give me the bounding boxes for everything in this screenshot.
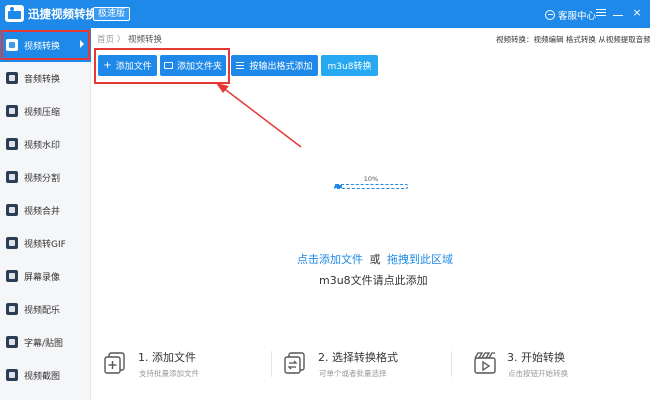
sidebar-item-label: 音频转换 xyxy=(24,74,61,85)
step-divider xyxy=(451,351,452,377)
add-by-format-label: 按输出格式添加 xyxy=(249,62,313,72)
sidebar-item-label: 视频合并 xyxy=(24,206,61,217)
list-icon xyxy=(236,62,245,69)
breadcrumb: 首页 〉 视频转换 xyxy=(97,33,162,45)
progress-bar xyxy=(334,184,408,189)
step-1-title: 1. 添加文件 xyxy=(138,351,196,364)
sidebar-item-video-split[interactable]: 视频分割 xyxy=(0,160,91,194)
sidebar-item-label: 字幕/贴图 xyxy=(24,338,64,349)
add-folder-label: 添加文件夹 xyxy=(176,62,222,72)
video-gif-icon xyxy=(6,237,18,249)
minimize-button[interactable] xyxy=(611,6,625,20)
video-compress-icon xyxy=(6,105,18,117)
video-split-icon xyxy=(6,171,18,183)
sidebar-item-video-watermark[interactable]: 视频水印 xyxy=(0,127,91,161)
customer-service-button[interactable]: 客服中心 xyxy=(545,8,596,22)
customer-service-label: 客服中心 xyxy=(558,11,597,22)
m3u8-convert-label: m3u8转换 xyxy=(327,62,372,72)
subtitle-icon xyxy=(6,336,18,348)
edition-badge: 极速版 xyxy=(93,7,131,21)
video-merge-icon xyxy=(6,204,18,216)
step-3-title: 3. 开始转换 xyxy=(507,351,565,364)
select-format-step-icon xyxy=(284,352,305,374)
close-button[interactable]: × xyxy=(630,6,644,20)
menu-button[interactable] xyxy=(594,6,608,20)
sidebar: 视频转换 音频转换 视频压缩 视频水印 视频分割 视频合并 视频转GIF 屏幕录… xyxy=(0,28,91,400)
sidebar-item-label: 视频分割 xyxy=(24,173,61,184)
video-music-icon xyxy=(6,303,18,315)
sidebar-item-label: 视频转换 xyxy=(24,41,61,52)
video-watermark-icon xyxy=(6,138,18,150)
step-1-desc: 支持批量添加文件 xyxy=(139,369,199,378)
folder-icon xyxy=(163,62,173,69)
add-file-button[interactable]: + 添加文件 xyxy=(98,55,157,76)
sidebar-item-video-music[interactable]: 视频配乐 xyxy=(0,292,91,326)
or-label: 或 xyxy=(369,253,381,266)
progress-label: 10% xyxy=(363,175,379,183)
add-file-label: 添加文件 xyxy=(115,62,152,72)
sidebar-item-video-gif[interactable]: 视频转GIF xyxy=(0,226,91,260)
audio-convert-icon xyxy=(6,72,18,84)
caret-right-icon xyxy=(80,40,84,48)
add-by-format-button[interactable]: 按输出格式添加 xyxy=(231,55,318,76)
m3u8-convert-button[interactable]: m3u8转换 xyxy=(321,55,378,76)
chat-icon xyxy=(545,10,555,20)
sidebar-item-label: 视频水印 xyxy=(24,140,61,151)
plus-icon: + xyxy=(103,60,112,71)
sidebar-item-screen-record[interactable]: 屏幕录像 xyxy=(0,259,91,293)
click-add-file-link[interactable]: 点击添加文件 xyxy=(297,253,363,266)
video-convert-icon xyxy=(6,39,18,51)
sidebar-item-video-convert[interactable]: 视频转换 xyxy=(0,28,91,62)
drop-zone-hint: 点击添加文件 或 拖拽到此区域 xyxy=(297,251,453,267)
add-file-step-icon xyxy=(104,352,125,374)
start-convert-step-icon xyxy=(474,352,496,374)
step-2-desc: 可单个或者批量选择 xyxy=(319,369,387,378)
breadcrumb-current: 视频转换 xyxy=(127,35,162,45)
sidebar-item-audio-convert[interactable]: 音频转换 xyxy=(0,61,91,95)
sidebar-item-label: 视频压缩 xyxy=(24,107,61,118)
sidebar-item-video-compress[interactable]: 视频压缩 xyxy=(0,94,91,128)
video-screenshot-icon xyxy=(6,369,18,381)
sidebar-item-label: 视频转GIF xyxy=(24,239,66,250)
screen-record-icon xyxy=(6,270,18,282)
m3u8-add-link[interactable]: m3u8文件请点此添加 xyxy=(319,272,428,288)
step-2-title: 2. 选择转换格式 xyxy=(318,351,398,364)
feature-hint: 视频转换：视频编辑 格式转换 从视频提取音频 xyxy=(496,35,650,44)
step-3-desc: 点击按钮开始转换 xyxy=(508,369,568,378)
progress-fill xyxy=(335,185,343,188)
step-divider xyxy=(271,351,272,377)
breadcrumb-home[interactable]: 首页 xyxy=(97,35,114,45)
sidebar-item-video-merge[interactable]: 视频合并 xyxy=(0,193,91,227)
breadcrumb-separator: 〉 xyxy=(116,35,126,45)
sidebar-item-label: 屏幕录像 xyxy=(24,272,61,283)
add-folder-button[interactable]: 添加文件夹 xyxy=(160,55,226,76)
title-bar: 迅捷视频转换器 极速版 客服中心 × xyxy=(0,0,650,28)
sidebar-item-label: 视频截图 xyxy=(24,371,61,382)
drag-here-link[interactable]: 拖拽到此区域 xyxy=(387,253,453,266)
sidebar-item-label: 视频配乐 xyxy=(24,305,61,316)
sidebar-item-video-screenshot[interactable]: 视频截图 xyxy=(0,358,91,392)
app-logo-icon xyxy=(5,5,24,22)
sidebar-item-subtitle[interactable]: 字幕/贴图 xyxy=(0,325,91,359)
